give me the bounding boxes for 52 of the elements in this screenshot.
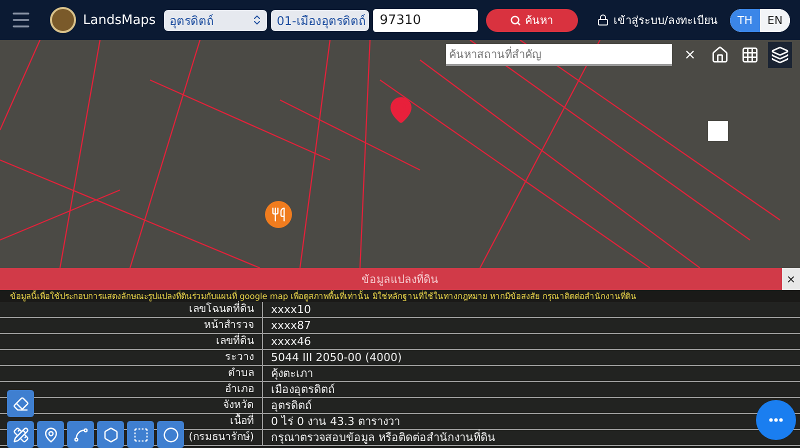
province-select[interactable]: อุตรดิตถ์ [164,10,267,30]
ellipsis-icon [769,418,783,422]
language-option[interactable]: EN [760,8,790,32]
lock-icon [597,14,610,26]
circle-tool[interactable] [157,421,184,448]
field-label: ระวาง [225,350,254,365]
field-value: xxxx10 [271,302,312,317]
circle-icon [162,426,178,442]
ruler-pencil-tool[interactable] [7,421,34,448]
polyline-tool[interactable] [67,421,94,448]
rectangle-icon [132,426,148,442]
field-label: ตำบล [228,366,254,381]
parcel-number-input[interactable]: 97310 [372,8,478,32]
place-search-field[interactable]: ค้นหาสถานที่สำคัญ [446,44,672,66]
field-value: คุ้งตะเภา [271,366,313,381]
polyline-icon [72,426,88,442]
field-label: เลขที่ดิน [216,334,254,349]
layers-icon [771,46,789,64]
field-value: xxxx46 [271,334,312,349]
home-icon [711,46,729,64]
polygon-icon [102,426,118,442]
field-value: เมืองอุตรดิตถ์ [271,382,335,397]
eraser-tool[interactable] [7,390,34,417]
map-pin-icon [42,426,58,442]
grid-icon [741,46,759,64]
layers-button[interactable] [768,42,792,68]
field-label: เลขโฉนดที่ดิน [189,302,254,317]
district-select[interactable]: 01-เมืองอุตรดิตถ์ [270,10,369,30]
polygon-tool[interactable] [97,421,124,448]
field-value: 0 ไร่ 0 งาน 43.3 ตารางวา [271,414,400,429]
logo-icon [50,7,76,33]
field-value: 5044 III 2050-00 (4000) [271,350,402,365]
eraser-icon [12,396,28,412]
field-label: (กรมธนารักษ์) [188,430,254,445]
search-icon [510,14,522,26]
marker-tool[interactable] [37,421,64,448]
ruler-pencil-icon [12,426,28,442]
field-value: xxxx87 [271,318,312,333]
field-label: หน้าสำรวจ [204,318,254,333]
clear-search-button[interactable]: × [678,42,702,68]
search-button[interactable]: ค้นหา [486,8,578,32]
rectangle-tool[interactable] [127,421,154,448]
field-label: อำเภอ [225,382,254,397]
app-name: LandsMaps [83,12,156,28]
field-value: อุตรดิตถ์ [271,398,312,413]
panel-title: ข้อมูลแปลงที่ดิน [362,270,438,288]
login-link[interactable]: เข้าสู่ระบบ/ลงทะเบียน [613,11,718,29]
language-option[interactable]: TH [730,8,760,32]
field-value: กรุณาตรวจสอบข้อมูล หรือติดต่อสำนักงานที่ดิน [271,430,496,445]
close-button[interactable]: × [782,268,800,290]
field-label: จังหวัด [223,398,254,413]
field-label: เนื้อที่ [230,414,254,429]
